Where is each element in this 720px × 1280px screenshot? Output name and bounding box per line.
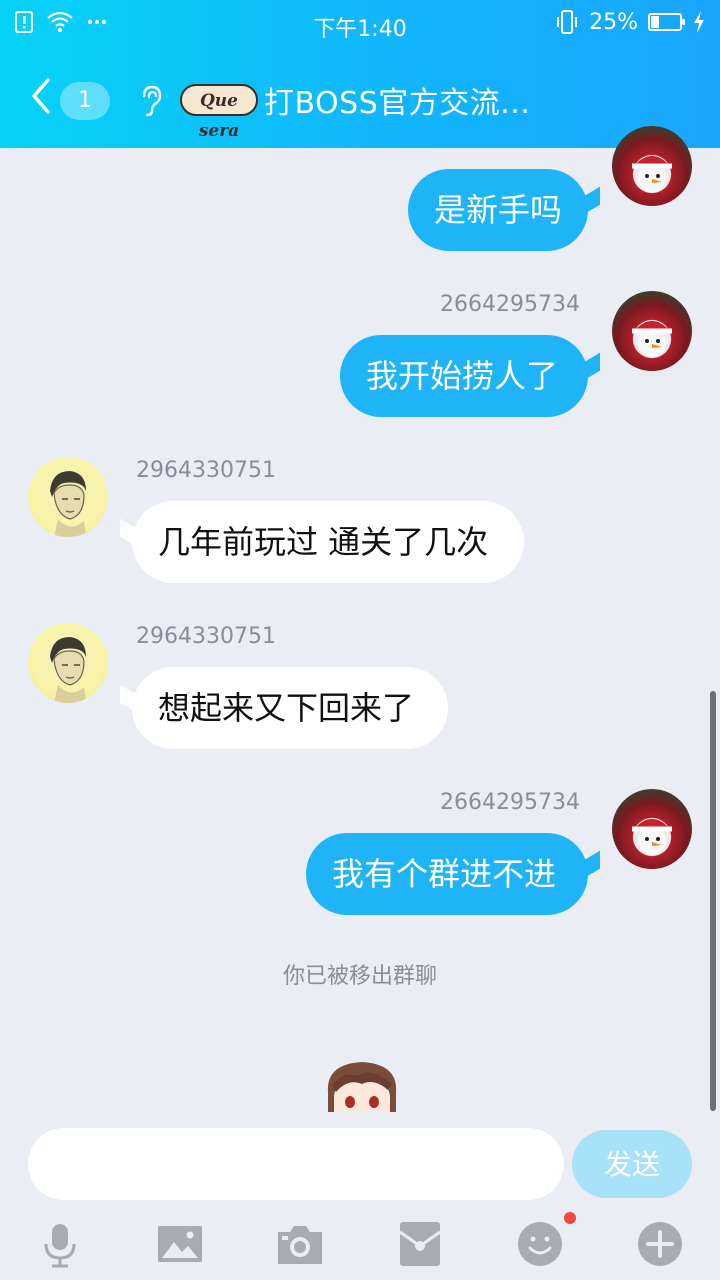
system-message: 你已被移出群聊: [282, 964, 437, 989]
message-input[interactable]: [28, 1128, 564, 1200]
snowman-avatar-icon: [632, 819, 672, 855]
input-bar: 发送: [0, 1112, 720, 1280]
red-packet-icon[interactable]: [396, 1220, 444, 1268]
back-arrow-icon[interactable]: [28, 76, 54, 116]
avatar[interactable]: [612, 789, 692, 869]
sender-id: 2964330751: [136, 624, 276, 649]
chat-area: 是新手吗 2664295734 我开始捞人了 2964330751 几年前玩过 …: [0, 126, 720, 1128]
plus-icon[interactable]: [636, 1220, 684, 1268]
sender-id: 2664295734: [440, 292, 580, 317]
avatar[interactable]: [28, 457, 108, 537]
status-bar: 下午1:40 25%: [0, 0, 720, 50]
message-bubble[interactable]: 我开始捞人了: [340, 335, 588, 417]
input-toolbar: [0, 1216, 720, 1272]
battery-icon: [648, 13, 685, 31]
sender-id: 2964330751: [136, 458, 276, 483]
unread-count-badge[interactable]: 1: [60, 82, 110, 120]
top-header: 下午1:40 25% 1 Que sera 打BOSS官方交流...: [0, 0, 720, 148]
bubble-tail: [582, 352, 600, 382]
bubble-tail: [582, 186, 600, 216]
snowman-avatar-icon: [632, 321, 672, 357]
charging-icon: [694, 11, 704, 33]
camera-icon[interactable]: [276, 1220, 324, 1268]
nav-bar: 1 Que sera 打BOSS官方交流...: [0, 62, 720, 141]
avatar[interactable]: [612, 291, 692, 371]
avatar[interactable]: [612, 126, 692, 206]
group-logo: Que sera: [180, 84, 258, 141]
message-bubble[interactable]: 我有个群进不进: [306, 833, 588, 915]
snowman-avatar-icon: [632, 156, 672, 192]
portrait-avatar-icon: [50, 471, 86, 537]
status-right-icons: 25%: [555, 9, 706, 35]
avatar[interactable]: [28, 623, 108, 703]
emoji-icon[interactable]: [516, 1220, 564, 1268]
vibrate-icon: [557, 10, 578, 34]
message-bubble[interactable]: 几年前玩过 通关了几次: [132, 501, 524, 583]
send-button[interactable]: 发送: [572, 1130, 692, 1198]
sender-id: 2664295734: [440, 790, 580, 815]
group-title[interactable]: 打BOSS官方交流...: [264, 78, 530, 122]
battery-percentage: 25%: [589, 9, 638, 35]
portrait-avatar-icon: [50, 637, 86, 703]
message-bubble[interactable]: 想起来又下回来了: [132, 667, 448, 749]
bubble-tail: [582, 850, 600, 880]
earpiece-mode-icon[interactable]: [138, 84, 164, 118]
message-bubble[interactable]: 是新手吗: [408, 169, 588, 251]
scrollbar[interactable]: [710, 691, 716, 1111]
image-icon[interactable]: [156, 1220, 204, 1268]
microphone-icon[interactable]: [36, 1220, 84, 1268]
notification-dot: [564, 1212, 576, 1224]
